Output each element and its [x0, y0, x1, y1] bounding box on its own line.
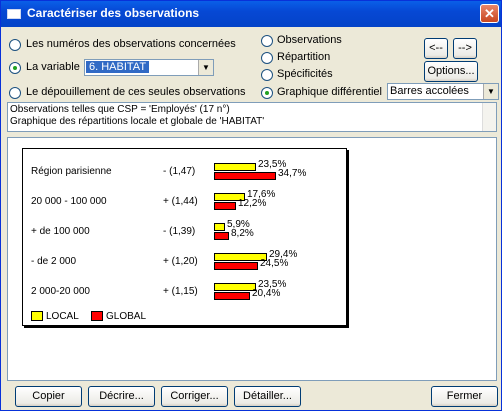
radio-repartition-label: Répartition — [277, 51, 331, 63]
test-value-label: + (1,44) — [163, 196, 198, 207]
test-value-label: - (1,47) — [163, 166, 196, 177]
copier-button[interactable]: Copier — [15, 386, 82, 407]
window-icon — [7, 9, 21, 19]
legend-global-swatch — [91, 311, 103, 321]
radio-observations-label: Observations — [277, 34, 342, 46]
detailler-button[interactable]: Détailler... — [234, 386, 301, 407]
chart-frame: Région parisienne - (1,47) 23,5% 34,7% 20 00… — [22, 148, 347, 326]
test-value-label: + (1,15) — [163, 286, 198, 297]
category-label: Région parisienne — [31, 166, 112, 177]
chart-area: Région parisienne - (1,47) 23,5% 34,7% 20 00… — [7, 137, 497, 381]
options-button[interactable]: Options... — [424, 61, 478, 82]
chevron-down-icon[interactable]: ▼ — [483, 84, 498, 99]
dialog-window: Caractériser des observations ✕ Les numé… — [0, 0, 502, 411]
bar-global — [214, 262, 258, 270]
graph-type-select[interactable]: Barres accolées ▼ — [387, 83, 499, 100]
radio-graphique-label: Graphique différentiel — [277, 86, 382, 98]
description-line-2: Graphique des répartitions locale et glo… — [10, 116, 265, 127]
description-line-1: Observations telles que CSP = 'Employés'… — [10, 104, 230, 115]
bar-local — [214, 163, 256, 171]
category-label: 20 000 - 100 000 — [31, 196, 107, 207]
value-label-global: 20,4% — [252, 288, 281, 299]
fermer-button[interactable]: Fermer — [431, 386, 498, 407]
variable-select-value: 6. HABITAT — [86, 61, 150, 73]
bar-global — [214, 232, 229, 240]
category-label: 2 000-20 000 — [31, 286, 90, 297]
category-label: - de 2 000 — [31, 256, 77, 267]
radio-depouillement[interactable] — [9, 87, 21, 99]
radio-observations-concernees[interactable] — [9, 39, 21, 51]
legend-global-label: GLOBAL — [106, 311, 147, 322]
radio-specificites[interactable] — [261, 69, 273, 81]
window-title: Caractériser des observations — [27, 6, 200, 20]
radio-variable-label: La variable — [26, 61, 80, 73]
description-box[interactable]: Observations telles que CSP = 'Employés'… — [7, 102, 497, 132]
chevron-down-icon[interactable]: ▼ — [198, 60, 213, 75]
previous-button[interactable]: <-- — [424, 38, 448, 59]
test-value-label: - (1,39) — [163, 226, 196, 237]
test-value-label: + (1,20) — [163, 256, 198, 267]
value-label-global: 8,2% — [231, 228, 254, 239]
bar-local — [214, 223, 225, 231]
value-label-global: 24,5% — [260, 258, 289, 269]
legend-local-label: LOCAL — [46, 311, 79, 322]
radio-graphique-differentiel[interactable] — [261, 87, 273, 99]
bar-global — [214, 292, 250, 300]
value-label-global: 12,2% — [238, 198, 267, 209]
decrire-button[interactable]: Décrire... — [88, 386, 155, 407]
radio-specificites-label: Spécificités — [277, 68, 333, 80]
title-bar[interactable]: Caractériser des observations ✕ — [1, 1, 501, 27]
radio-observations[interactable] — [261, 35, 273, 47]
next-button[interactable]: --> — [453, 38, 477, 59]
radio-variable[interactable] — [9, 62, 21, 74]
value-label-global: 34,7% — [278, 168, 307, 179]
radio-depouillement-label: Le dépouillement de ces seules observati… — [26, 86, 246, 98]
legend-local-swatch — [31, 311, 43, 321]
category-label: + de 100 000 — [31, 226, 90, 237]
description-scrollbar[interactable] — [482, 103, 496, 131]
corriger-button[interactable]: Corriger... — [161, 386, 228, 407]
variable-select[interactable]: 6. HABITAT ▼ — [84, 59, 214, 76]
radio-repartition[interactable] — [261, 52, 273, 64]
bar-global — [214, 172, 276, 180]
close-button[interactable]: ✕ — [480, 4, 499, 23]
bar-global — [214, 202, 236, 210]
graph-type-value: Barres accolées — [390, 85, 469, 97]
radio-observations-concernees-label: Les numéros des observations concernées — [26, 38, 236, 50]
bar-local — [214, 283, 256, 291]
